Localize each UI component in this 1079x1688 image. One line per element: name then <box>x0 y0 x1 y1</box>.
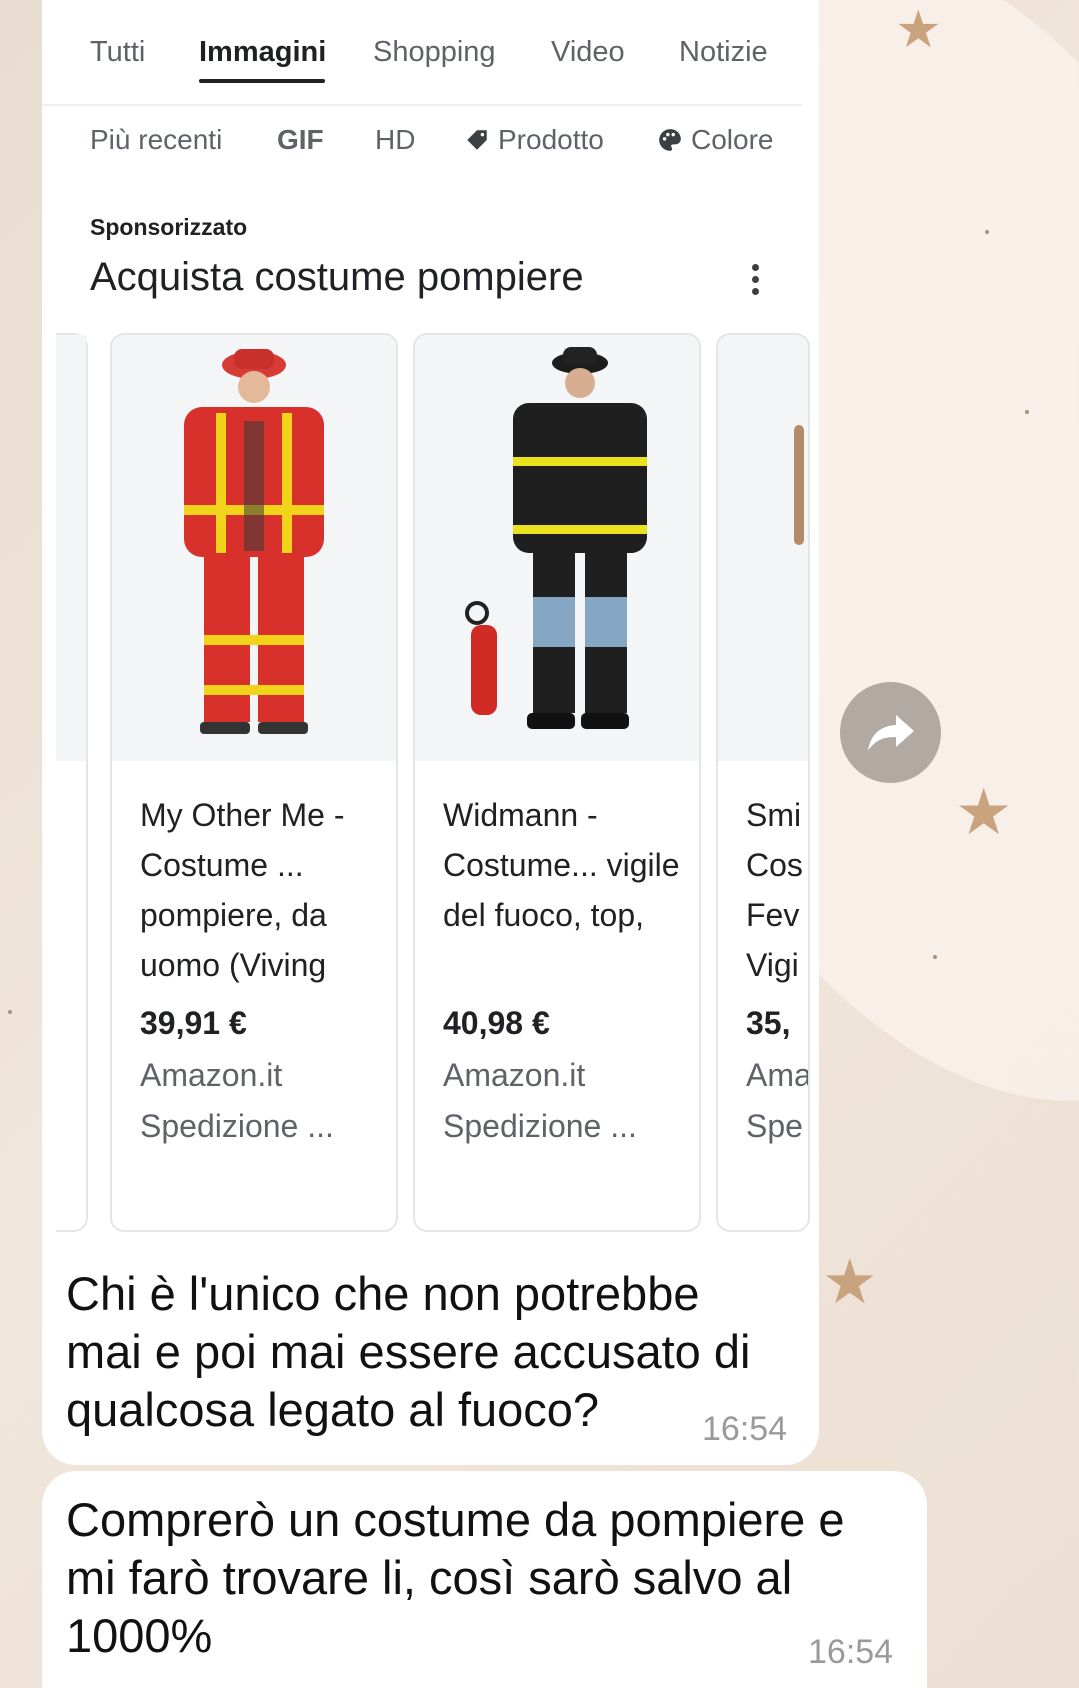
more-vert-icon[interactable] <box>752 264 760 296</box>
tab-shopping[interactable]: Shopping <box>373 36 496 69</box>
message-text: Comprerò un costume da pompiere e mi far… <box>66 1493 845 1662</box>
filter-product[interactable]: Prodotto <box>464 124 604 156</box>
dot-decoration <box>8 1010 12 1014</box>
product-title: My Other Me - Costume ... pompiere, da u… <box>140 797 345 983</box>
product-card-partial[interactable] <box>56 333 88 1232</box>
product-image <box>415 335 699 761</box>
star-decoration: ★ <box>895 1 942 59</box>
product-title: Smi Cos Fev Vigi <box>746 797 803 983</box>
product-shipping: Spe <box>746 1108 803 1144</box>
message-bubble-text[interactable]: Comprerò un costume da pompiere e mi far… <box>42 1471 927 1688</box>
product-image <box>112 335 396 761</box>
dot-decoration <box>1025 410 1029 414</box>
product-price: 40,98 € <box>443 1005 550 1041</box>
product-merchant: Ama <box>746 1057 810 1093</box>
product-shipping: Spedizione ... <box>140 1108 334 1144</box>
filter-recent[interactable]: Più recenti <box>90 124 222 156</box>
product-merchant: Amazon.it <box>443 1057 586 1093</box>
product-card[interactable]: Smi Cos Fev Vigi 35, Ama Spe <box>716 333 810 1232</box>
product-card[interactable]: Widmann - Costume... vigile del fuoco, t… <box>413 333 701 1232</box>
dot-decoration <box>933 955 937 959</box>
filter-gif[interactable]: GIF <box>277 124 324 156</box>
forward-arrow-icon <box>867 714 914 751</box>
tab-news[interactable]: Notizie <box>679 36 768 69</box>
filter-color-label: Colore <box>691 124 774 155</box>
forward-button[interactable] <box>840 682 941 783</box>
product-image <box>718 335 808 761</box>
filter-color[interactable]: Colore <box>657 124 773 156</box>
dot-decoration <box>985 230 989 234</box>
filter-product-label: Prodotto <box>498 124 604 155</box>
tag-icon <box>467 130 487 150</box>
message-text: Chi è l'unico che non potrebbe mai e poi… <box>66 1267 751 1436</box>
product-merchant: Amazon.it <box>140 1057 283 1093</box>
product-card[interactable]: My Other Me - Costume ... pompiere, da u… <box>110 333 398 1232</box>
tab-all[interactable]: Tutti <box>90 36 145 69</box>
search-tabs: Tutti Immagini Shopping Video Notizie <box>42 0 802 106</box>
star-decoration: ★ <box>822 1248 878 1317</box>
sponsored-label: Sponsorizzato <box>90 214 248 240</box>
message-timestamp: 16:54 <box>702 1410 788 1448</box>
product-title: Widmann - Costume... vigile del fuoco, t… <box>443 797 680 933</box>
product-price: 39,91 € <box>140 1005 247 1041</box>
tab-images[interactable]: Immagini <box>199 36 326 69</box>
message-bubble-image[interactable]: Tutti Immagini Shopping Video Notizie Pi… <box>42 0 819 1465</box>
tab-video[interactable]: Video <box>551 36 625 69</box>
star-decoration: ★ <box>955 776 1013 848</box>
message-timestamp: 16:54 <box>808 1633 894 1671</box>
product-shipping: Spedizione ... <box>443 1108 637 1144</box>
filter-hd[interactable]: HD <box>375 124 415 156</box>
palette-icon <box>659 129 681 151</box>
product-price: 35, <box>746 1005 791 1041</box>
active-tab-indicator <box>199 79 325 83</box>
carousel-title: Acquista costume pompiere <box>90 255 584 299</box>
